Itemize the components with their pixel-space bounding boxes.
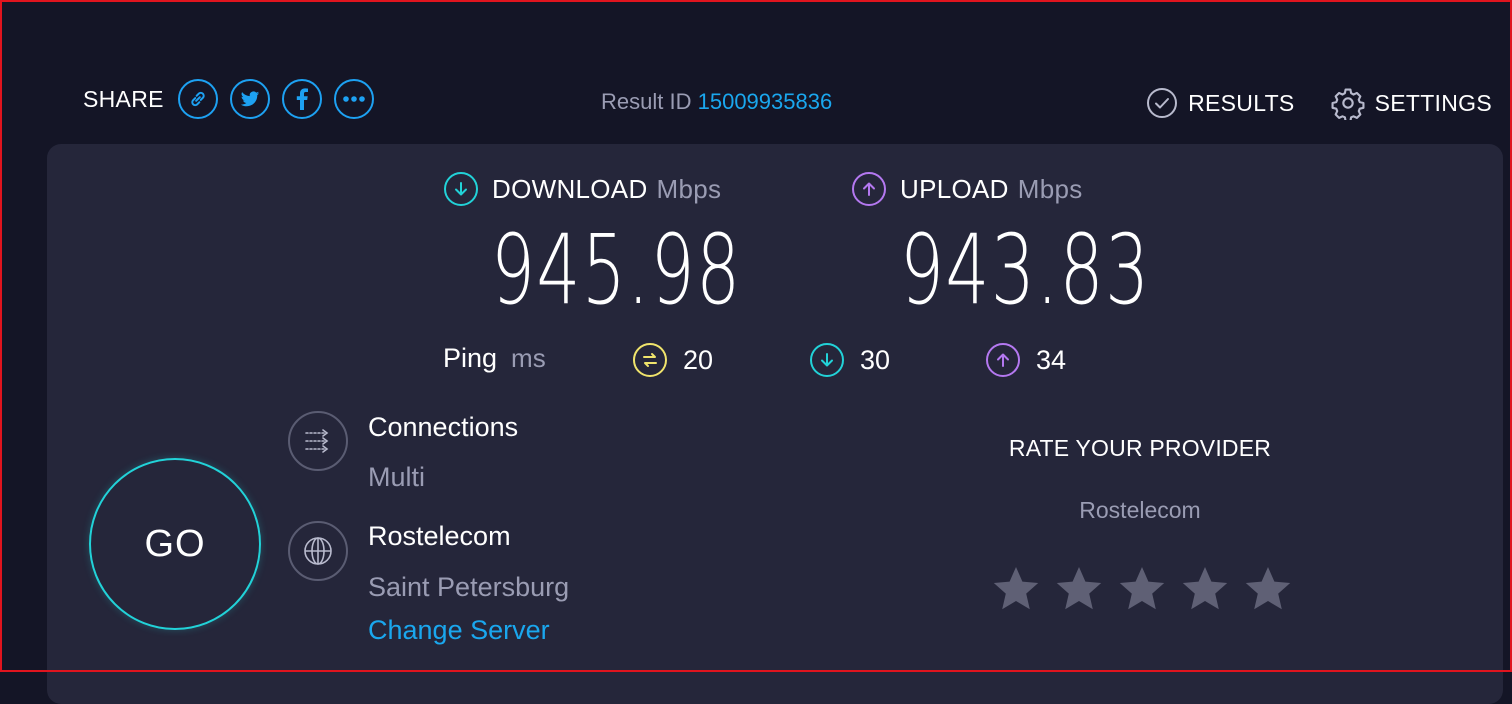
top-nav: RESULTS SETTINGS [1146,86,1492,120]
share-label: SHARE [83,85,164,112]
upload-label: UPLOAD [900,173,1009,204]
ping-upload: 34 [986,343,1066,377]
connections-button[interactable] [288,411,348,471]
ping-download-value: 30 [860,344,891,375]
server-button[interactable] [288,521,348,581]
ping-label-group: Ping ms [443,343,546,374]
connections-value: Multi [368,462,426,492]
share-facebook-button[interactable] [281,79,322,119]
download-arrow-icon [444,172,478,206]
star-icon[interactable] [992,566,1040,612]
upload-arrow-icon [852,172,886,206]
share-twitter-button[interactable] [229,79,270,119]
check-circle-icon [1147,88,1178,118]
result-id-link[interactable]: 15009935836 [698,89,833,114]
download-metric: DOWNLOAD Mbps 945.98 [444,172,740,318]
star-icon[interactable] [1055,566,1103,612]
settings-button[interactable]: SETTINGS [1331,86,1492,120]
more-icon [342,96,365,102]
results-panel [47,144,1503,704]
settings-label: SETTINGS [1374,89,1492,116]
download-latency-icon [810,343,844,377]
rate-provider-title: RATE YOUR PROVIDER [1008,435,1272,461]
download-value: 945.98 [491,214,742,326]
ping-unit: ms [511,343,546,373]
link-icon [191,91,205,107]
ping-upload-value: 34 [1036,344,1067,375]
facebook-icon [296,88,308,110]
go-button[interactable]: GO [89,458,261,630]
share-more-button[interactable] [333,79,374,119]
gear-icon [1331,88,1365,120]
globe-icon [304,537,332,565]
connections-title: Connections [368,412,519,442]
ping-label: Ping [443,343,498,373]
upload-unit: Mbps [1017,173,1083,204]
rating-stars [992,566,1292,612]
ping-idle: 20 [633,343,713,377]
result-id-label: Result ID [601,89,692,114]
ping-download: 30 [810,343,890,377]
star-icon[interactable] [1118,566,1166,612]
star-icon[interactable] [1244,566,1292,612]
upload-value: 943.83 [900,214,1151,326]
ping-idle-value: 20 [683,344,714,375]
change-server-link[interactable]: Change Server [368,615,550,646]
result-id: Result ID 15009935836 [601,89,832,115]
download-label: DOWNLOAD [492,173,648,204]
star-icon[interactable] [1181,566,1229,612]
rate-provider-name: Rostelecom [1079,497,1201,523]
server-location: Saint Petersburg [368,572,570,602]
twitter-icon [240,91,259,107]
results-button[interactable]: RESULTS [1146,87,1294,119]
share-link-button[interactable] [177,79,218,119]
results-label: RESULTS [1188,89,1295,116]
connections-icon [305,429,329,453]
idle-latency-icon [633,343,667,377]
server-name: Rostelecom [368,521,511,551]
upload-metric: UPLOAD Mbps 943.83 [852,172,1149,318]
upload-latency-icon [986,343,1020,377]
download-unit: Mbps [656,173,722,204]
share-bar: SHARE [83,79,374,119]
